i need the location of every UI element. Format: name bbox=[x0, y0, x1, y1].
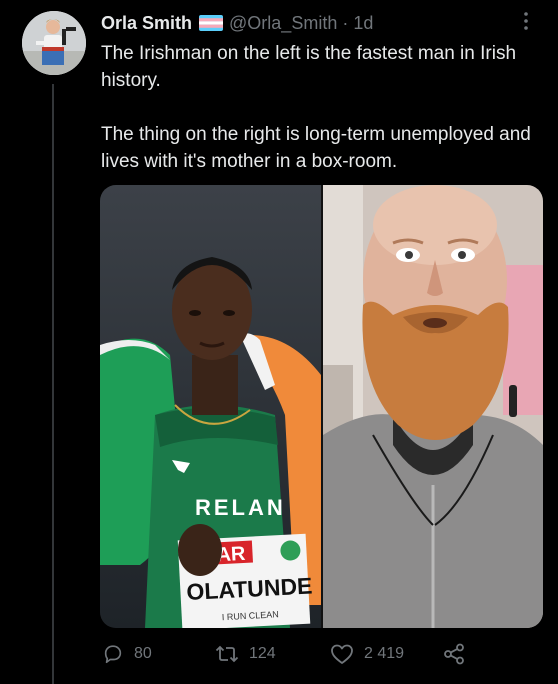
separator-dot: · bbox=[342, 12, 349, 33]
like-count: 2 419 bbox=[364, 645, 405, 662]
thread-line bbox=[52, 84, 54, 684]
share-button[interactable] bbox=[442, 640, 476, 668]
transgender-flag-icon bbox=[199, 15, 224, 31]
tweet-paragraph: The thing on the right is long-term unem… bbox=[101, 124, 531, 172]
timestamp[interactable]: 1d bbox=[353, 13, 373, 34]
media-grid: RELAN AR OLATUNDE I RUN CLEAN bbox=[100, 185, 543, 628]
retweet-count: 124 bbox=[249, 645, 276, 662]
retweet-button[interactable]: 124 bbox=[215, 640, 276, 668]
heart-icon bbox=[331, 644, 353, 664]
tweet[interactable]: Orla Smith @Orla_Smith · 1d The Irishman… bbox=[0, 0, 558, 684]
tweet-header: Orla Smith @Orla_Smith · 1d bbox=[101, 12, 373, 34]
retweet-icon bbox=[215, 645, 239, 663]
more-options-icon[interactable] bbox=[516, 10, 536, 32]
avatar[interactable] bbox=[22, 11, 86, 75]
bearded-man-photo bbox=[322, 185, 543, 628]
media-photo-right[interactable] bbox=[322, 185, 544, 628]
shirt-text: RELAN bbox=[195, 495, 286, 520]
author-name[interactable]: Orla Smith bbox=[101, 13, 192, 34]
like-button[interactable]: 2 419 bbox=[330, 640, 404, 668]
tweet-actions: 80 124 2 419 bbox=[100, 640, 540, 668]
reply-count: 80 bbox=[134, 645, 152, 662]
tweet-text: The Irishman on the left is the fastest … bbox=[101, 40, 541, 175]
media-photo-left[interactable]: RELAN AR OLATUNDE I RUN CLEAN bbox=[100, 185, 321, 628]
reply-icon bbox=[104, 645, 122, 664]
share-icon bbox=[444, 643, 464, 665]
tweet-paragraph: The Irishman on the left is the fastest … bbox=[101, 43, 517, 91]
sprinter-photo: RELAN AR OLATUNDE I RUN CLEAN bbox=[100, 185, 321, 628]
avatar-image bbox=[22, 11, 86, 75]
reply-button[interactable]: 80 bbox=[102, 640, 152, 668]
author-handle[interactable]: @Orla_Smith bbox=[229, 13, 337, 34]
